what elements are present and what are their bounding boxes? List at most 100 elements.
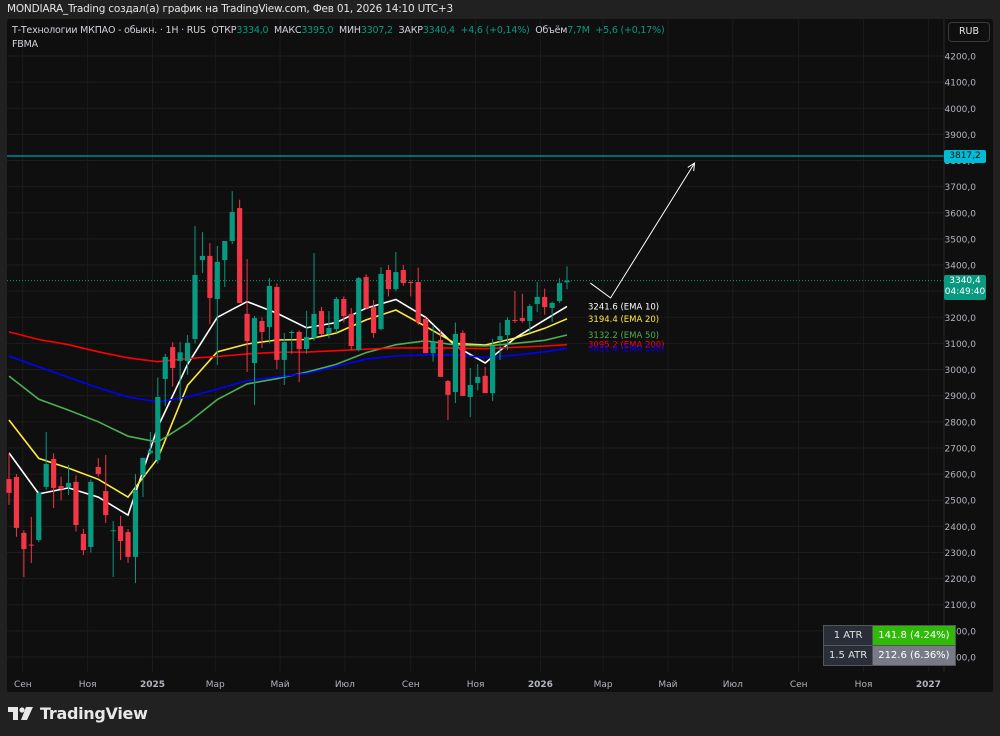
tradingview-logo[interactable]: TradingView bbox=[8, 704, 148, 723]
price-tick-label: 2900,0 bbox=[945, 392, 977, 402]
candle bbox=[415, 267, 421, 326]
low-value: 3307,2 bbox=[360, 25, 393, 36]
candle bbox=[229, 191, 235, 245]
candle bbox=[6, 452, 12, 505]
atr-value: 212.6 (6.36%) bbox=[872, 645, 956, 666]
candle-body bbox=[140, 457, 146, 476]
candle bbox=[534, 282, 540, 313]
price-tick-label: 4200,0 bbox=[945, 53, 977, 63]
candle-body bbox=[304, 336, 310, 349]
price-tick-label: 4100,0 bbox=[945, 79, 977, 89]
candle-body bbox=[13, 476, 20, 528]
candle bbox=[490, 338, 496, 401]
candle-body bbox=[497, 336, 503, 341]
candle-body bbox=[51, 458, 57, 488]
candle-body bbox=[177, 352, 183, 361]
candle-body bbox=[445, 381, 451, 395]
candle bbox=[333, 296, 339, 333]
ema-line-ema100 bbox=[8, 347, 568, 403]
candle-body bbox=[370, 307, 377, 333]
candle-body bbox=[155, 396, 161, 460]
candle bbox=[274, 283, 280, 370]
candle-body bbox=[289, 331, 295, 333]
symbol-name[interactable]: Т-Технологии МКПАО - обыкн. · 1H · RUS bbox=[12, 25, 206, 36]
price-tick-label: 3000,0 bbox=[945, 366, 977, 376]
candle-body bbox=[103, 491, 109, 516]
candle-body bbox=[452, 334, 458, 393]
candle bbox=[266, 278, 272, 344]
candle-body bbox=[341, 299, 347, 316]
price-tick-label: 2500,0 bbox=[945, 497, 977, 507]
candle-body bbox=[296, 331, 302, 349]
candle bbox=[103, 455, 109, 523]
candle-body bbox=[467, 384, 473, 397]
currency-button[interactable]: RUB bbox=[948, 22, 990, 42]
time-tick-label: Ноя bbox=[79, 680, 97, 690]
candle bbox=[393, 251, 399, 292]
candle bbox=[244, 259, 250, 372]
candle-body bbox=[229, 211, 235, 242]
symbol-legend: Т-Технологии МКПАО - обыкн. · 1H · RUS О… bbox=[12, 25, 665, 50]
candle-body bbox=[333, 299, 339, 330]
candle-body bbox=[222, 241, 228, 261]
candle-body bbox=[348, 313, 354, 347]
candle-body bbox=[170, 347, 176, 368]
atr-value: 141.8 (4.24%) bbox=[872, 625, 956, 646]
time-tick-label: 2027 bbox=[916, 680, 941, 690]
indicator-name[interactable]: FBMA bbox=[12, 39, 664, 50]
candle-body bbox=[192, 274, 198, 339]
candle bbox=[542, 288, 548, 315]
candle bbox=[348, 307, 354, 350]
atr-label: 1.5 ATR bbox=[822, 645, 874, 666]
high-label: МАКС bbox=[274, 25, 302, 36]
candle-body bbox=[43, 463, 49, 487]
ema-value-label: 3132.2 (EMA 50) bbox=[588, 331, 659, 341]
low-label: МИН bbox=[339, 25, 361, 36]
price-tick-label: 2200,0 bbox=[945, 575, 977, 585]
candle-body bbox=[274, 286, 280, 360]
candle-body bbox=[311, 313, 317, 338]
price-tick-label: 2800,0 bbox=[945, 418, 977, 428]
candle-body bbox=[460, 332, 466, 396]
atr-label: 1 ATR bbox=[822, 625, 874, 646]
candle-body bbox=[118, 526, 124, 541]
candle-body bbox=[408, 282, 414, 284]
candle bbox=[549, 301, 555, 323]
candle bbox=[445, 380, 451, 420]
ema-value-label: 3241.6 (EMA 10) bbox=[588, 302, 659, 312]
candle bbox=[356, 277, 362, 352]
candle-body bbox=[6, 479, 12, 493]
candle bbox=[170, 342, 176, 387]
close-label: ЗАКР bbox=[398, 25, 423, 36]
candle-body bbox=[259, 320, 265, 332]
candle bbox=[162, 353, 168, 407]
time-tick-label: Май bbox=[270, 680, 289, 690]
candle bbox=[88, 479, 94, 553]
tradingview-logo-icon bbox=[8, 706, 33, 720]
candle-body bbox=[527, 306, 533, 321]
candle-body bbox=[326, 328, 332, 335]
open-value: 3334,0 bbox=[236, 25, 269, 36]
volume-label: Объём bbox=[535, 25, 568, 36]
time-tick-label: Мар bbox=[594, 680, 613, 690]
candle-body bbox=[519, 318, 525, 321]
candle-body bbox=[415, 282, 421, 323]
candle-body bbox=[80, 533, 86, 551]
candle bbox=[155, 377, 161, 464]
candle-body bbox=[125, 532, 131, 557]
candle-body bbox=[430, 342, 436, 354]
price-tick-label: 3100,0 bbox=[945, 340, 977, 350]
tradingview-logo-text: TradingView bbox=[40, 704, 148, 723]
candle-body bbox=[266, 285, 272, 327]
candle bbox=[311, 253, 317, 341]
candle bbox=[110, 521, 116, 578]
ema-line-ema20 bbox=[8, 309, 568, 499]
candle-body bbox=[73, 481, 79, 526]
candle-body bbox=[184, 342, 191, 361]
candle-body bbox=[88, 481, 94, 547]
price-tick-label: 2300,0 bbox=[945, 549, 977, 559]
candle bbox=[423, 317, 429, 354]
candle-body bbox=[207, 255, 213, 298]
candle-body bbox=[504, 319, 511, 336]
candle bbox=[80, 528, 86, 556]
